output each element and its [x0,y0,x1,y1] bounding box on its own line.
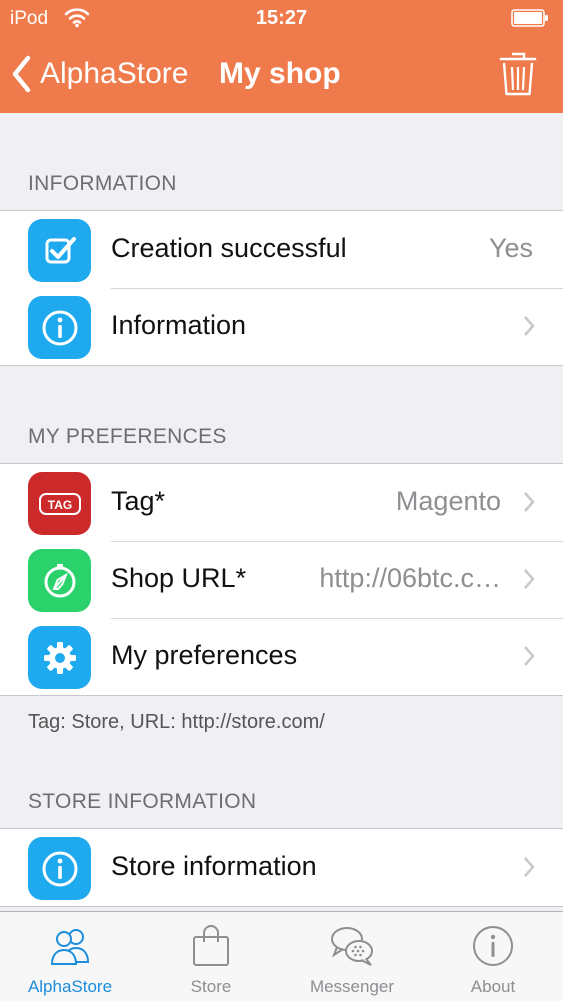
store-information-group: Store information [0,828,563,907]
creation-successful-row[interactable]: Creation successful Yes [0,211,563,288]
tab-bar: AlphaStore Store Messenger About [0,911,563,1001]
tag-icon: TAG [28,472,91,535]
chevron-right-icon [524,316,535,336]
tag-row[interactable]: TAG Tag* Magento [0,464,563,541]
section-header-preferences: MY PREFERENCES [28,425,227,448]
row-label: Tag* [111,486,166,516]
page-title: My shop [219,57,341,90]
information-group: Creation successful Yes Information [0,210,563,366]
tab-about[interactable]: About [423,912,563,1001]
compass-icon [28,549,91,612]
chevron-right-icon [524,492,535,512]
section-header-information: INFORMATION [28,172,177,195]
tag-icon-text: TAG [47,498,71,512]
row-label: My preferences [111,640,298,670]
chevron-right-icon [524,569,535,589]
users-icon [50,929,90,965]
my-preferences-row[interactable]: My preferences [0,618,563,695]
checkbox-icon [28,219,91,282]
row-value: Magento [395,486,501,516]
battery-icon [511,9,548,27]
row-label: Store information [111,851,317,881]
chevron-right-icon [524,857,535,877]
navigation-header: iPod 15:27 AlphaStore My shop [0,0,563,113]
shop-url-row[interactable]: Shop URL* http://06btc.c… [0,541,563,618]
section-header-store-information: STORE INFORMATION [28,790,257,813]
store-information-row[interactable]: Store information [0,829,563,906]
back-button[interactable]: AlphaStore [10,52,188,96]
info-icon [28,837,91,900]
tab-alphastore[interactable]: AlphaStore [0,912,140,1001]
status-time: 15:27 [255,7,308,29]
chevron-right-icon [524,646,535,666]
status-bar: iPod 15:27 [0,0,563,36]
tab-store[interactable]: Store [141,912,281,1001]
chat-bubbles-icon [331,927,373,966]
tab-label: Store [190,977,232,996]
row-value: http://06btc.c… [319,563,501,593]
back-button-label: AlphaStore [40,57,189,90]
shopping-bag-icon [193,925,229,966]
row-label: Creation successful [111,233,347,263]
tab-label: Messenger [309,977,395,996]
chevron-left-icon [12,55,31,93]
row-value: Yes [488,233,533,263]
tab-label: About [470,977,516,996]
information-row[interactable]: Information [0,288,563,365]
preferences-footer-note: Tag: Store, URL: http://store.com/ [28,711,325,733]
row-label: Shop URL* [111,563,247,593]
info-icon [28,296,91,359]
info-icon [473,926,513,966]
trash-icon[interactable] [498,49,538,97]
row-label: Information [111,310,247,340]
preferences-group: TAG Tag* Magento Shop URL* http://06btc.… [0,463,563,696]
tab-label: AlphaStore [27,977,113,996]
gear-icon [28,626,91,689]
tab-messenger[interactable]: Messenger [282,912,422,1001]
